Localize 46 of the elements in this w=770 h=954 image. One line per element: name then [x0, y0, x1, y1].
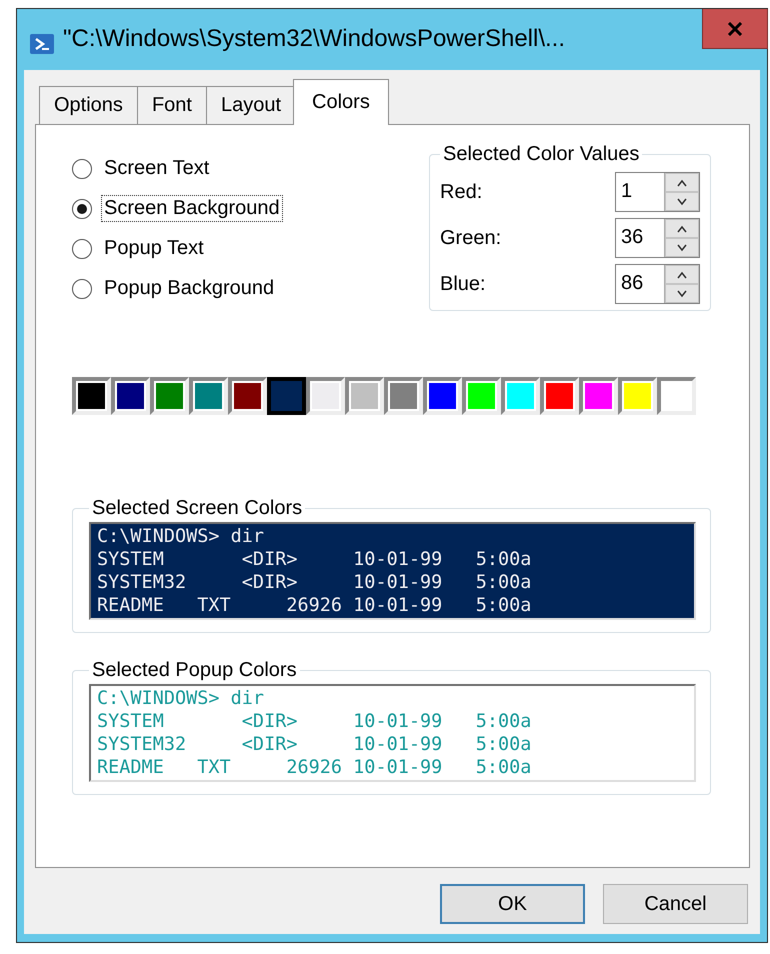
color-swatch[interactable]: [462, 377, 501, 415]
color-swatch[interactable]: [540, 377, 579, 415]
radio-label[interactable]: Screen Background: [101, 195, 283, 222]
color-swatch[interactable]: [111, 377, 150, 415]
color-swatch[interactable]: [384, 377, 423, 415]
color-swatch[interactable]: [657, 377, 696, 415]
color-swatch[interactable]: [306, 377, 345, 415]
terminal-icon: [29, 33, 55, 55]
close-button[interactable]: [702, 9, 768, 49]
console-line: README TXT 26926 10-01-99 5:00a: [97, 756, 532, 779]
tab[interactable]: Options: [39, 86, 138, 124]
console-line: SYSTEM32 <DIR> 10-01-99 5:00a: [97, 571, 532, 594]
group-title: Selected Screen Colors: [91, 497, 304, 520]
console-line: C:\WINDOWS> dir: [97, 525, 266, 548]
color-swatch[interactable]: [501, 377, 540, 415]
color-swatch[interactable]: [267, 377, 306, 415]
console-line: README TXT 26926 10-01-99 5:00a: [97, 594, 532, 617]
field-label: Blue:: [440, 272, 486, 296]
color-swatch[interactable]: [150, 377, 189, 415]
color-swatch[interactable]: [579, 377, 618, 415]
dialog-button[interactable]: OK: [440, 884, 585, 924]
radio-label[interactable]: Popup Background: [101, 275, 278, 302]
color-swatch[interactable]: [189, 377, 228, 415]
close-icon: [727, 22, 743, 36]
color-swatch[interactable]: [345, 377, 384, 415]
radio-button[interactable]: [72, 198, 92, 218]
radio-button[interactable]: [72, 278, 92, 298]
tab[interactable]: Colors: [293, 79, 389, 125]
field-label: Red:: [440, 180, 482, 204]
radio-label[interactable]: Screen Text: [101, 155, 212, 182]
group-title: Selected Popup Colors: [91, 659, 298, 682]
radio-label[interactable]: Popup Text: [101, 235, 207, 262]
radio-button[interactable]: [72, 238, 92, 258]
console-line: SYSTEM32 <DIR> 10-01-99 5:00a: [97, 733, 532, 756]
color-swatch[interactable]: [228, 377, 267, 415]
console-line: SYSTEM <DIR> 10-01-99 5:00a: [97, 548, 532, 571]
radio-button[interactable]: [72, 158, 92, 178]
window-title: "C:\Windows\System32\WindowsPowerShell\...: [63, 25, 566, 53]
field-label: Green:: [440, 226, 502, 250]
group-title: Selected Color Values: [442, 143, 640, 166]
console-line: C:\WINDOWS> dir: [97, 687, 266, 710]
dialog-button[interactable]: Cancel: [603, 884, 748, 924]
color-swatch[interactable]: [618, 377, 657, 415]
color-swatch[interactable]: [423, 377, 462, 415]
color-swatch[interactable]: [72, 377, 111, 415]
console-line: SYSTEM <DIR> 10-01-99 5:00a: [97, 710, 532, 733]
